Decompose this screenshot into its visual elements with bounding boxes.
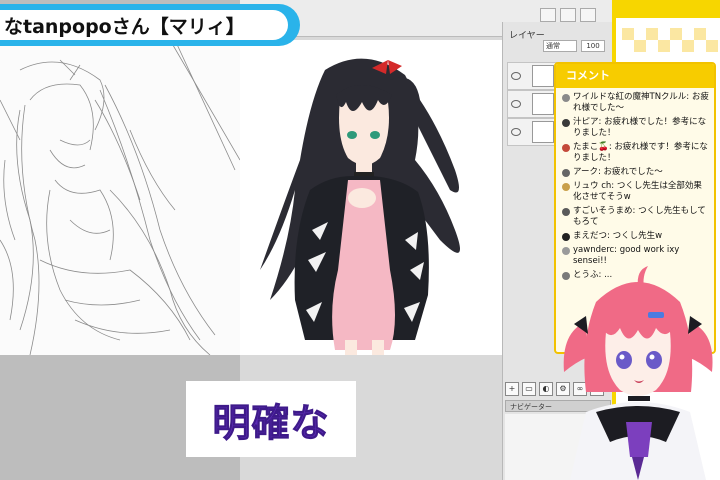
toolbar-button[interactable] [540, 8, 556, 22]
layer-row[interactable] [507, 62, 559, 90]
layer-row[interactable] [507, 90, 559, 118]
user-avatar-icon [562, 119, 570, 127]
chat-message-text: すごいそうまめ: つくし先生もしてもろて [573, 206, 706, 227]
deco-check [670, 28, 682, 40]
chat-message: すごいそうまめ: つくし先生もしてもろて [562, 206, 710, 228]
chat-message-text: 汁ピア: お疲れ様でした！参考になりました！ [573, 117, 707, 138]
deco-check [622, 28, 634, 40]
layer-thumbnail [532, 93, 554, 115]
user-avatar-icon [562, 233, 570, 241]
blend-mode-select[interactable]: 通常 [543, 40, 577, 52]
title-name: なtanpopoさん [4, 15, 150, 38]
chat-message-text: リュウ ch: つくし先生は全部効果化させてそうw [573, 181, 702, 202]
folder-icon[interactable]: ▭ [522, 382, 536, 396]
visibility-eye-icon[interactable] [511, 72, 521, 80]
chat-message-text: ワイルドな紅の魔神TNクルル: お疲れ様でした〜 [573, 92, 709, 113]
sketch-reference-panel [0, 40, 240, 355]
caption-text: 明確な [212, 400, 330, 445]
opacity-field[interactable]: 100 [581, 40, 605, 52]
character-illustration [260, 58, 460, 355]
layer-row[interactable] [507, 118, 559, 146]
deco-check [682, 40, 694, 52]
user-avatar-icon [562, 183, 570, 191]
chat-message: リュウ ch: つくし先生は全部効果化させてそうw [562, 181, 710, 203]
drawing-canvas[interactable] [240, 40, 502, 355]
chat-message: ワイルドな紅の魔神TNクルル: お疲れ様でした〜 [562, 92, 710, 114]
mask-icon[interactable]: ◐ [539, 382, 553, 396]
title-bracket: 【マリィ】 [149, 15, 245, 38]
user-avatar-icon [562, 247, 570, 255]
deco-check [658, 40, 670, 52]
chat-header: コメント [556, 64, 714, 88]
new-layer-icon[interactable]: + [505, 382, 519, 396]
user-avatar-icon [562, 94, 570, 102]
chat-message-text: アーク: お疲れでした〜 [573, 167, 663, 177]
chat-message: 汁ピア: お疲れ様でした！参考になりました！ [562, 117, 710, 139]
toolbar-button[interactable] [560, 8, 576, 22]
layer-thumbnail [532, 121, 554, 143]
deco-check [634, 40, 646, 52]
deco-check [706, 40, 718, 52]
visibility-eye-icon[interactable] [511, 128, 521, 136]
chat-message: たまこ🍒: お疲れ様です！参考になりました！ [562, 142, 710, 164]
deco-check [694, 28, 706, 40]
chat-message: アーク: お疲れでした〜 [562, 167, 710, 178]
vtuber-avatar [563, 266, 713, 480]
chat-message-text: まえだつ: つくし先生w [573, 231, 663, 241]
title-banner: なtanpopoさん 【マリィ】 [0, 4, 300, 46]
chat-list: ワイルドな紅の魔神TNクルル: お疲れ様でした〜 汁ピア: お疲れ様でした！参考… [562, 92, 710, 284]
title-text: なtanpopoさん 【マリィ】 [0, 10, 288, 40]
user-avatar-icon [562, 169, 570, 177]
caption-box: 明確な [186, 381, 356, 457]
chat-message: まえだつ: つくし先生w [562, 231, 710, 242]
user-avatar-icon [562, 144, 570, 152]
deco-check [646, 28, 658, 40]
layer-tab-label[interactable]: レイヤー [509, 28, 545, 41]
visibility-eye-icon[interactable] [511, 100, 521, 108]
user-avatar-icon [562, 208, 570, 216]
toolbar-button[interactable] [580, 8, 596, 22]
layer-thumbnail [532, 65, 554, 87]
chat-message-text: たまこ🍒: お疲れ様です！参考になりました！ [573, 142, 708, 163]
sketch-drawing [0, 40, 240, 355]
deco-top-bar [612, 0, 720, 18]
